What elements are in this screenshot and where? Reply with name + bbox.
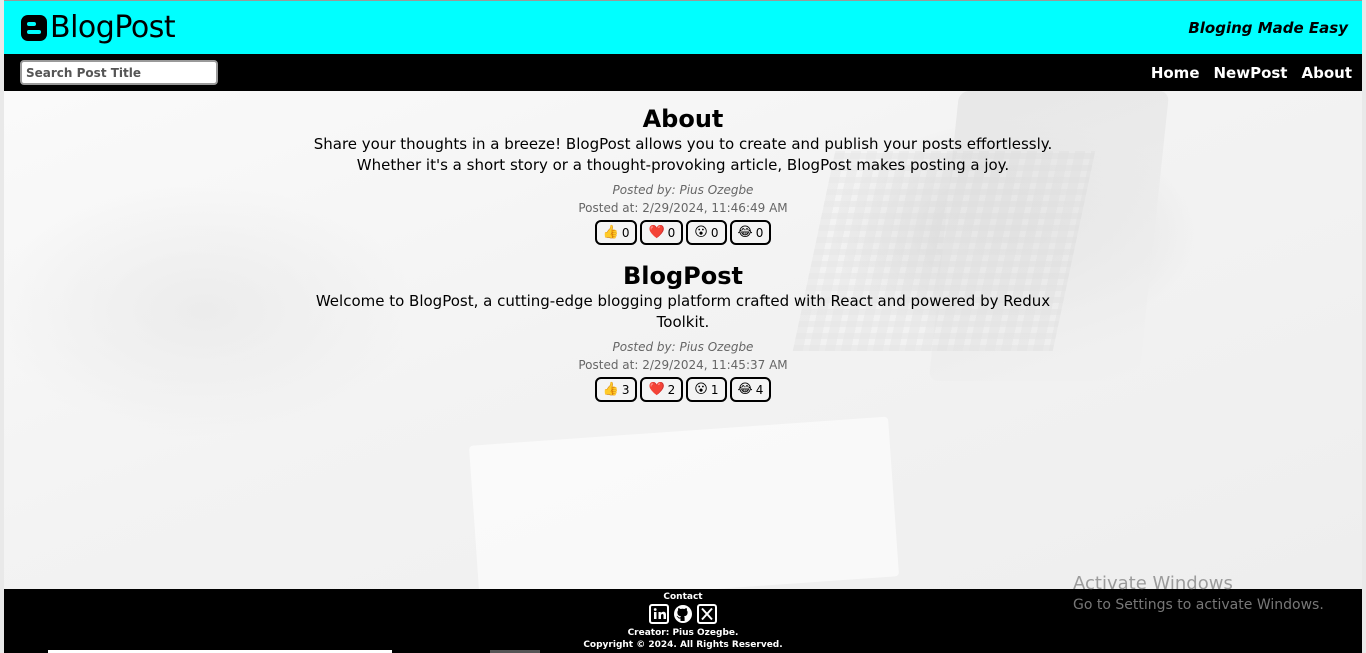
reaction-count: 0 xyxy=(710,225,719,240)
background-paper xyxy=(468,416,900,589)
thumbs-up-icon: 👍 xyxy=(602,382,619,397)
surprised-reaction-button[interactable]: 😮 1 xyxy=(686,377,727,402)
app-frame: BlogPost Bloging Made Easy Home NewPost … xyxy=(4,0,1362,653)
post-author: Posted by: Pius Ozegbe xyxy=(612,183,754,197)
reaction-count: 2 xyxy=(667,382,676,397)
reaction-count: 3 xyxy=(621,382,630,397)
reaction-count: 1 xyxy=(710,382,719,397)
post-title: BlogPost xyxy=(622,262,744,290)
post-author: Posted by: Pius Ozegbe xyxy=(612,340,754,354)
heart-icon: ❤️ xyxy=(648,382,665,397)
creator-credit: Creator: Pius Ozegbe. xyxy=(627,628,739,638)
post-body: Welcome to BlogPost, a cutting-edge blog… xyxy=(315,292,1051,331)
reaction-count: 0 xyxy=(667,225,676,240)
reaction-count: 4 xyxy=(755,382,764,397)
surprised-reaction-button[interactable]: 😮 0 xyxy=(686,220,727,245)
post-date: Posted at: 2/29/2024, 11:45:37 AM xyxy=(578,358,788,372)
nav-bar: Home NewPost About xyxy=(4,54,1362,91)
reaction-bar: 👍 0 ❤️ 0 😮 0 😂 0 xyxy=(4,220,1362,245)
main-content: About Share your thoughts in a breeze! B… xyxy=(4,91,1362,589)
windows-activation-watermark: Activate Windows Go to Settings to activ… xyxy=(1073,573,1324,615)
nav-links: Home NewPost About xyxy=(1151,64,1352,82)
post-body: Share your thoughts in a breeze! BlogPos… xyxy=(313,135,1053,174)
blogger-icon xyxy=(21,14,47,41)
thumbs-up-reaction-button[interactable]: 👍 3 xyxy=(594,377,638,402)
brand[interactable]: BlogPost xyxy=(20,10,176,45)
nav-home-link[interactable]: Home xyxy=(1151,64,1200,82)
post-title: About xyxy=(642,105,724,133)
heart-reaction-button[interactable]: ❤️ 0 xyxy=(640,220,684,245)
laughing-icon: 😂 xyxy=(737,225,753,240)
thumbs-up-reaction-button[interactable]: 👍 0 xyxy=(594,220,638,245)
github-icon[interactable] xyxy=(673,604,693,624)
nav-about-link[interactable]: About xyxy=(1301,64,1352,82)
linkedin-icon[interactable] xyxy=(649,604,669,624)
thumbs-up-icon: 👍 xyxy=(602,225,619,240)
laughing-icon: 😂 xyxy=(737,382,753,397)
laughing-reaction-button[interactable]: 😂 4 xyxy=(729,377,772,402)
reaction-count: 0 xyxy=(755,225,764,240)
nav-newpost-link[interactable]: NewPost xyxy=(1214,64,1288,82)
post-list: About Share your thoughts in a breeze! B… xyxy=(4,104,1362,418)
tagline: Bloging Made Easy xyxy=(1188,19,1348,37)
surprised-icon: 😮 xyxy=(694,382,708,397)
post-date: Posted at: 2/29/2024, 11:46:49 AM xyxy=(578,201,788,215)
x-icon[interactable] xyxy=(697,604,717,624)
activation-subtitle: Go to Settings to activate Windows. xyxy=(1073,597,1324,613)
activation-title: Activate Windows xyxy=(1073,573,1233,594)
reaction-count: 0 xyxy=(621,225,630,240)
reaction-bar: 👍 3 ❤️ 2 😮 1 😂 4 xyxy=(4,377,1362,402)
site-header: BlogPost Bloging Made Easy xyxy=(4,0,1362,54)
post-card: About Share your thoughts in a breeze! B… xyxy=(4,104,1362,245)
heart-reaction-button[interactable]: ❤️ 2 xyxy=(640,377,684,402)
heart-icon: ❤️ xyxy=(648,225,665,240)
search-input[interactable] xyxy=(20,60,218,85)
post-card: BlogPost Welcome to BlogPost, a cutting-… xyxy=(4,261,1362,402)
brand-name: BlogPost xyxy=(50,10,176,45)
surprised-icon: 😮 xyxy=(694,225,708,240)
laughing-reaction-button[interactable]: 😂 0 xyxy=(729,220,772,245)
